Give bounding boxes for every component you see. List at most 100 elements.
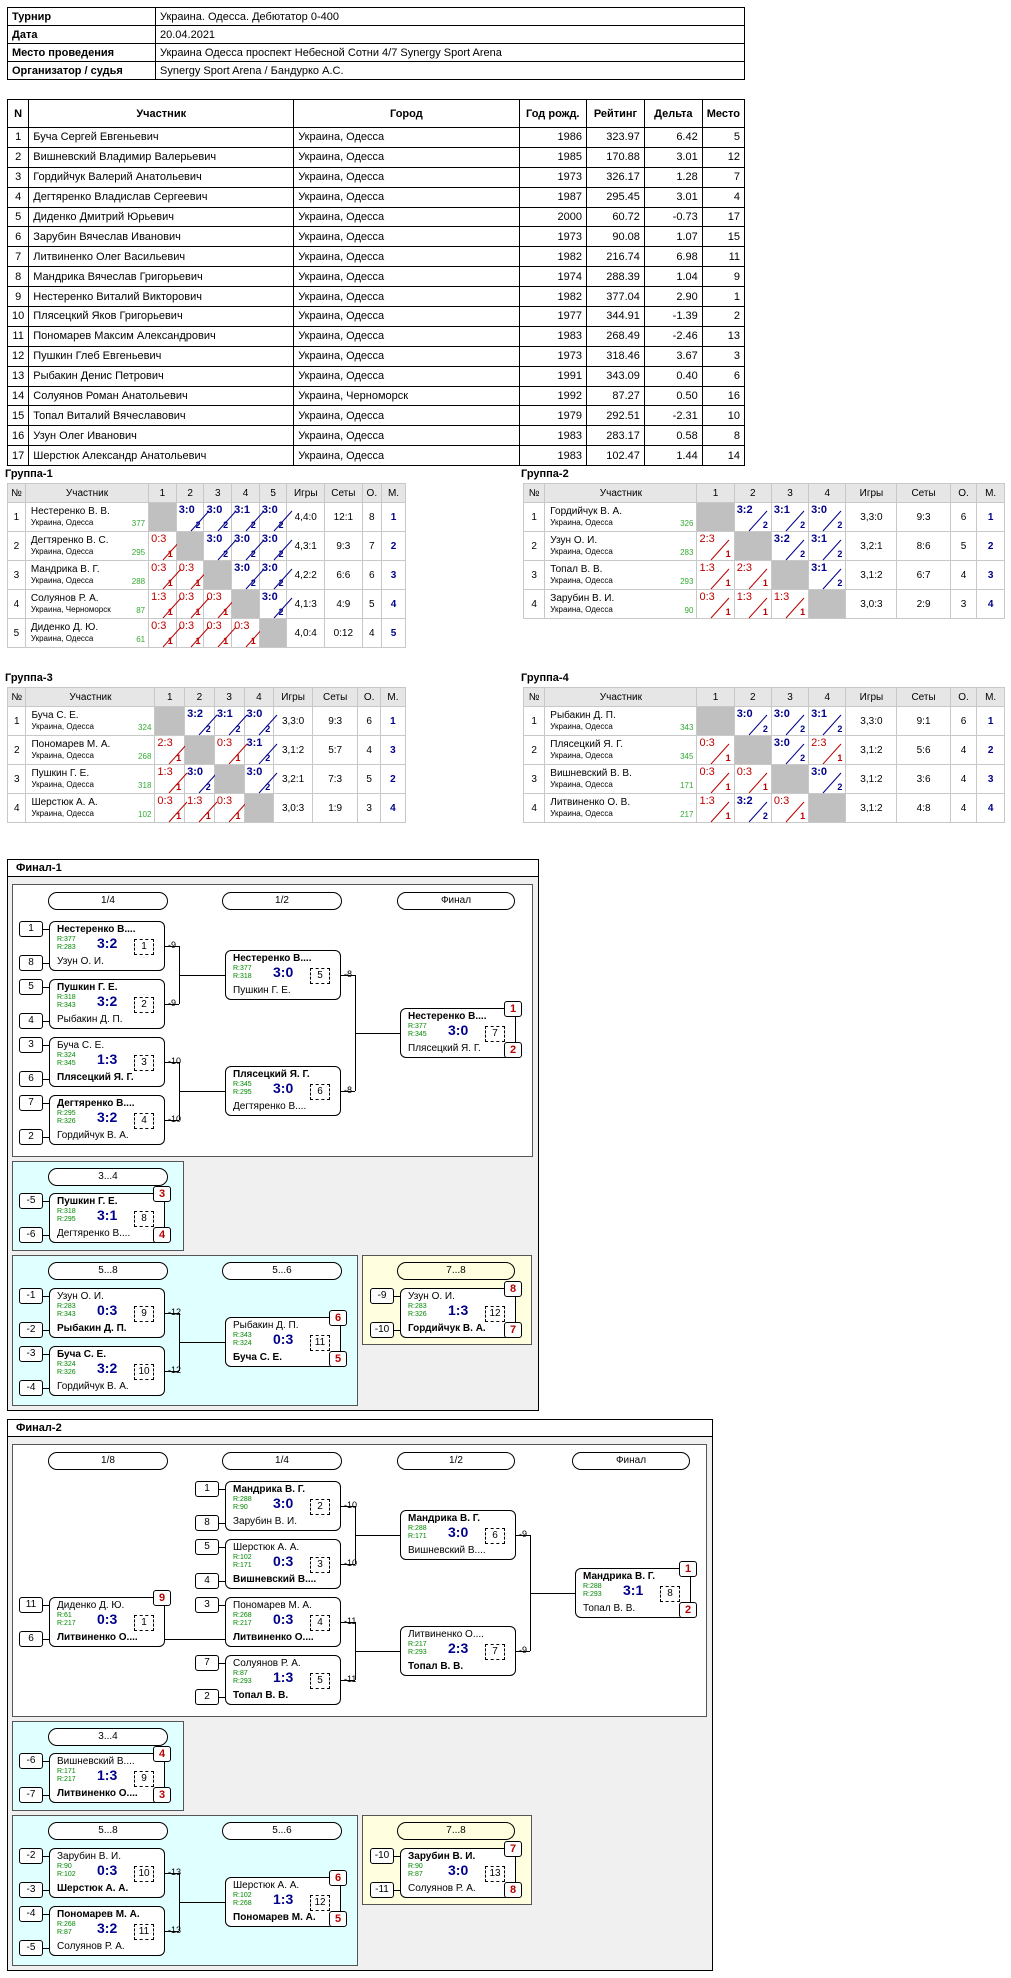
set-score: 3:0 bbox=[234, 533, 251, 545]
bracket-line bbox=[165, 1120, 179, 1121]
group-player: Диденко Д. Ю. Украина, Одесса 61 bbox=[24, 618, 150, 648]
group-title: Группа-3 bbox=[5, 672, 53, 684]
match-score: 1:3 bbox=[273, 1891, 294, 1907]
bracket-line bbox=[219, 1605, 225, 1606]
rating-2: R:87 bbox=[57, 1929, 72, 1936]
match-player-1: Шерстюк А. А. bbox=[233, 1542, 300, 1553]
bracket-match: Пономарев М. А. R:268 R:217 0:3 4 Литвиненко … bbox=[225, 1597, 341, 1647]
group-games: 3,1:2 bbox=[845, 793, 898, 823]
group-result-cell: 3:0 2 bbox=[175, 502, 210, 532]
place-badge: 7 bbox=[504, 1322, 522, 1338]
bracket-line bbox=[43, 1235, 49, 1236]
match-player-1: Пушкин Г. Е. bbox=[57, 982, 118, 993]
group-result-cell: 3:1 2 bbox=[808, 706, 847, 736]
seed-badge: 4 bbox=[195, 1573, 219, 1589]
set-score: 0:3 bbox=[699, 737, 715, 749]
group-result-cell: 3:0 2 bbox=[258, 589, 293, 619]
group-result-cell: 2:3 1 bbox=[808, 735, 847, 765]
group-row-number: 1 bbox=[522, 502, 546, 532]
group-pts: 5 bbox=[361, 589, 382, 619]
seed-badge: -10 bbox=[370, 1322, 394, 1338]
set-score: 2:3 bbox=[157, 737, 173, 749]
match-score: 1:3 bbox=[97, 1767, 118, 1783]
bracket-match: Диденко Д. Ю. R:61 R:217 0:3 1 Литвиненко О..… bbox=[49, 1597, 165, 1647]
group-pts: 6 bbox=[949, 502, 978, 532]
rating-2: R:326 bbox=[57, 1369, 76, 1376]
group-result-cell: 3:2 2 bbox=[184, 706, 218, 736]
participant-row: 1 Буча Сергей Евгеньевич Украина, Одесса 19… bbox=[6, 127, 746, 148]
group-place: 1 bbox=[976, 502, 1005, 532]
place-badge: 2 bbox=[504, 1042, 522, 1058]
rating-2: R:343 bbox=[57, 1002, 76, 1009]
group-row-number: 4 bbox=[522, 589, 546, 619]
match-score: 0:3 bbox=[273, 1611, 294, 1627]
set-score: 3:1 bbox=[773, 504, 790, 516]
group-title: Группа-4 bbox=[521, 672, 569, 684]
match-player-1: Дегтяренко В.... bbox=[57, 1098, 135, 1109]
rating-2: R:326 bbox=[408, 1311, 427, 1318]
bracket-match: Буча С. Е. R:324 R:345 1:3 3 Плясецкий Я. Г. bbox=[49, 1037, 165, 1087]
set-score: 3:0 bbox=[246, 766, 263, 778]
participant-cell: Украина, Одесса bbox=[293, 266, 520, 288]
player-name: Гордийчук В. А. bbox=[550, 506, 622, 517]
group-header-cell: 4 bbox=[808, 483, 847, 503]
set-score: 3:2 bbox=[736, 504, 753, 516]
set-score: 1:3 bbox=[773, 591, 790, 603]
set-score: 0:3 bbox=[178, 562, 195, 574]
match-points: 2 bbox=[195, 520, 201, 530]
rating-1: R:102 bbox=[233, 1554, 252, 1561]
match-player-2: Плясецкий Я. Г. bbox=[57, 1072, 134, 1083]
match-points: 1 bbox=[762, 607, 768, 617]
match-points: 1 bbox=[167, 549, 173, 559]
seed-badge: -3 bbox=[19, 1346, 43, 1362]
group-place: 2 bbox=[976, 735, 1005, 765]
participant-cell: 1 bbox=[6, 127, 30, 148]
group-row: 4 Литвиненко О. В. Украина, Одесса 217 1:3 1 3… bbox=[522, 793, 1005, 823]
match-points: 2 bbox=[278, 607, 284, 617]
group-result-cell: 0:3 1 bbox=[203, 618, 237, 648]
group-place: 4 bbox=[380, 589, 407, 619]
place-badge: 4 bbox=[153, 1227, 171, 1243]
group-result-cell: 3:0 2 bbox=[243, 706, 277, 736]
group-pts: 4 bbox=[949, 793, 978, 823]
group-player: Зарубин В. И. Украина, Одесса 90 bbox=[544, 589, 698, 619]
player-name: Диденко Д. Ю. bbox=[30, 622, 99, 633]
group-header-cell: Игры bbox=[286, 483, 325, 503]
match-points: 2 bbox=[800, 724, 806, 734]
rating-2: R:217 bbox=[57, 1620, 76, 1627]
group-self-cell bbox=[258, 618, 288, 648]
round-label: 1/8 bbox=[48, 1452, 168, 1470]
participant-cell: 9 bbox=[701, 266, 746, 288]
group-header-cell: 1 bbox=[696, 483, 735, 503]
bracket-line bbox=[43, 1388, 49, 1389]
match-number: 8 bbox=[134, 1211, 154, 1227]
bracket-match: Пушкин Г. Е. R:318 R:295 3:1 8 Дегтяренко В..… bbox=[49, 1193, 165, 1243]
rating-2: R:90 bbox=[233, 1504, 248, 1511]
match-score: 3:0 bbox=[273, 1080, 294, 1096]
player-rating: 288 bbox=[131, 577, 146, 586]
group-self-cell bbox=[213, 764, 245, 794]
participant-cell: 2.90 bbox=[643, 286, 703, 308]
group-result-cell: 0:3 1 bbox=[213, 735, 248, 765]
group-player: Узун О. И. Украина, Одесса 283 bbox=[544, 531, 698, 561]
group-title: Группа-1 bbox=[5, 468, 53, 480]
match-number: 7 bbox=[485, 1644, 505, 1660]
match-player-2: Литвиненко О.... bbox=[233, 1632, 314, 1643]
bracket-line bbox=[165, 1639, 179, 1640]
participant-row: 8 Мандрика Вячеслав Григорьевич Украина, О… bbox=[6, 266, 746, 288]
group-pts: 3 bbox=[949, 589, 978, 619]
group-row-number: 1 bbox=[7, 502, 26, 532]
round-label: Финал bbox=[397, 892, 515, 910]
participant-cell: Пономарев Максим Александрович bbox=[28, 325, 295, 347]
round-label: 7...8 bbox=[397, 1822, 515, 1840]
group-self-cell bbox=[696, 502, 735, 532]
match-number: 11 bbox=[310, 1335, 330, 1351]
participant-cell: Диденко Дмитрий Юрьевич bbox=[28, 206, 295, 228]
participant-cell: 6.98 bbox=[643, 246, 703, 268]
player-name: Зарубин В. И. bbox=[550, 593, 615, 604]
participant-cell: 2000 bbox=[518, 206, 588, 228]
match-number: 3 bbox=[134, 1055, 154, 1071]
player-name: Буча С. Е. bbox=[31, 710, 79, 721]
participant-cell: 60.72 bbox=[586, 206, 645, 228]
seed-badge: 5 bbox=[195, 1539, 219, 1555]
